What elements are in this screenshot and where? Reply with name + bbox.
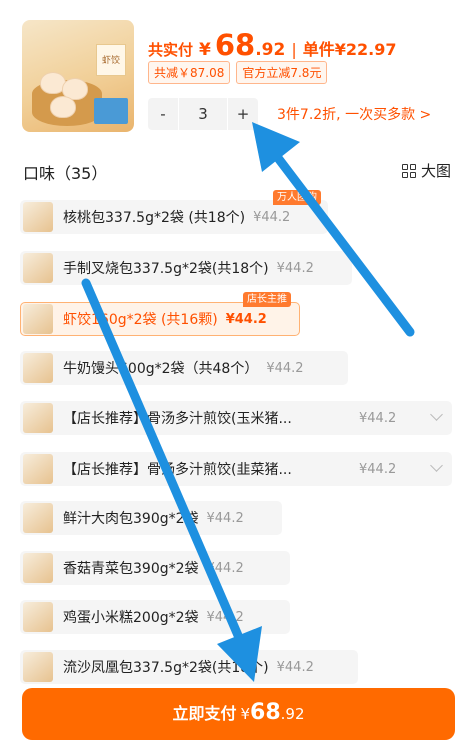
annotation-arrow-to-pay xyxy=(81,278,262,682)
pay-label: 立即支付 xyxy=(172,704,237,723)
annotation-arrows xyxy=(81,122,415,682)
pay-currency: ¥ xyxy=(240,705,251,723)
pay-now-button[interactable]: 立即支付 ¥ 68 .92 xyxy=(22,688,455,740)
pay-amount-int: 68 xyxy=(250,700,281,725)
pay-amount-dec: .92 xyxy=(280,705,305,723)
annotation-arrow-to-stepper xyxy=(252,122,415,337)
